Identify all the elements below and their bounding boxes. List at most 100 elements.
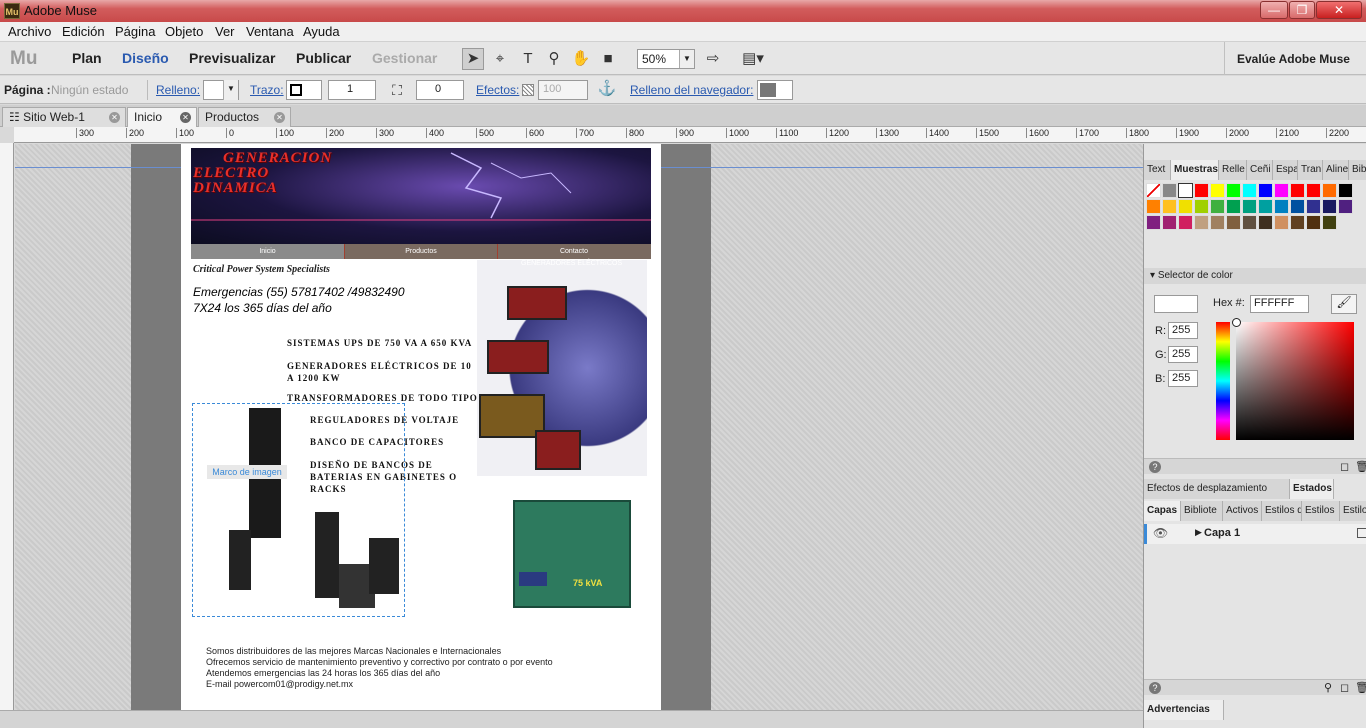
nav-inicio[interactable]: Inicio	[191, 244, 344, 259]
fill-swatch-select[interactable]: ▼	[203, 80, 239, 100]
swatch[interactable]	[1290, 183, 1305, 198]
tab-sitio-web[interactable]: ☷ Sitio Web-1 ✕	[2, 107, 126, 127]
help-icon[interactable]: ?	[1149, 682, 1161, 694]
tab-estados[interactable]: Estados	[1290, 479, 1334, 499]
menu-ventana[interactable]: Ventana	[246, 24, 294, 39]
eye-icon[interactable]: 👁	[1153, 526, 1168, 540]
menu-objeto[interactable]: Objeto	[165, 24, 203, 39]
tab-activos[interactable]: Activos	[1223, 501, 1262, 521]
menu-pagina[interactable]: Página	[115, 24, 155, 39]
tab-advertencias[interactable]: Advertencias	[1144, 700, 1224, 720]
mode-plan[interactable]: Plan	[72, 50, 102, 66]
tab-biblioteca[interactable]: Bibliote	[1181, 501, 1223, 521]
nav-contacto[interactable]: Contacto	[497, 244, 650, 259]
swatch[interactable]	[1306, 215, 1321, 230]
mode-publicar[interactable]: Publicar	[296, 50, 351, 66]
swatch[interactable]	[1290, 215, 1305, 230]
tab-muestras[interactable]: Muestras	[1171, 160, 1219, 180]
emergency-line-2[interactable]: 7X24 los 365 días del año	[193, 301, 332, 315]
swatch[interactable]	[1226, 215, 1241, 230]
eyedropper-icon[interactable]: 🖌	[1331, 294, 1357, 314]
maximize-button[interactable]: ❐	[1289, 1, 1315, 19]
emergency-line-1[interactable]: Emergencias (55) 57817402 /49832490	[193, 285, 405, 299]
swatch[interactable]	[1194, 215, 1209, 230]
stroke-width-input[interactable]: 1	[328, 80, 376, 100]
mode-diseno[interactable]: Diseño	[122, 50, 169, 66]
swatch[interactable]	[1210, 199, 1225, 214]
text-tool-icon[interactable]: T	[517, 48, 539, 70]
close-icon[interactable]: ✕	[109, 112, 120, 123]
trash-icon[interactable]: 🗑	[1355, 460, 1366, 473]
nav-productos[interactable]: Productos	[344, 244, 497, 259]
swatch[interactable]	[1338, 183, 1353, 198]
swatch[interactable]	[1210, 183, 1225, 198]
tab-productos[interactable]: Productos ✕	[198, 107, 291, 127]
close-icon[interactable]: ✕	[180, 112, 191, 123]
layer-select-box[interactable]	[1357, 528, 1366, 538]
generators-globe-image[interactable]: GENERADORES ELÉCTRICOS	[477, 260, 647, 476]
hue-slider[interactable]	[1216, 322, 1230, 440]
tab-relleno[interactable]: Relle	[1219, 160, 1247, 180]
tab-inicio[interactable]: Inicio ✕	[127, 107, 197, 127]
mode-gestionar[interactable]: Gestionar	[372, 50, 437, 66]
trash-icon[interactable]: 🗑	[1355, 681, 1366, 694]
anchor-icon[interactable]: ⚓	[596, 78, 618, 100]
menu-edicion[interactable]: Edición	[62, 24, 105, 39]
corner-radius-input[interactable]: 0	[416, 80, 464, 100]
browser-fill-select[interactable]	[757, 80, 793, 100]
selection-tool-icon[interactable]: ➤	[462, 48, 484, 70]
footer-text[interactable]: Somos distribuidores de las mejores Marc…	[206, 646, 553, 690]
layer-name[interactable]: Capa 1	[1204, 527, 1240, 539]
swatch[interactable]	[1274, 183, 1289, 198]
zoom-select[interactable]: 50% ▼	[637, 49, 695, 69]
swatch[interactable]	[1322, 183, 1337, 198]
preview-page-icon[interactable]: ▤▾	[737, 48, 769, 70]
swatch[interactable]	[1322, 199, 1337, 214]
search-icon[interactable]: ⚲	[1324, 681, 1332, 694]
new-swatch-icon[interactable]: ◻	[1340, 460, 1349, 473]
swatch[interactable]	[1322, 215, 1337, 230]
swatch[interactable]	[1242, 183, 1257, 198]
state-select[interactable]: Ningún estado	[51, 83, 128, 97]
expand-triangle-icon[interactable]: ▶	[1195, 527, 1202, 538]
fill-label[interactable]: Relleno:	[156, 83, 200, 97]
tab-texto[interactable]: Text	[1144, 160, 1171, 180]
service-generadores[interactable]: GENERADORES ELÉCTRICOS DE 10 A 1200 KW	[287, 360, 473, 384]
zoom-tool-icon[interactable]: ⚲	[543, 48, 565, 70]
swatch[interactable]	[1258, 183, 1273, 198]
saturation-field[interactable]	[1236, 322, 1354, 440]
layer-row[interactable]: 👁 ▶ Capa 1	[1144, 524, 1366, 544]
design-canvas[interactable]: GENERACION ELECTRO DINAMICA Inicio Produ…	[15, 144, 1143, 710]
hex-input[interactable]: FFFFFF	[1250, 295, 1309, 313]
swatch[interactable]	[1258, 199, 1273, 214]
tab-alinear[interactable]: Aline	[1323, 160, 1349, 180]
browser-fill-label[interactable]: Relleno del navegador:	[630, 83, 753, 97]
stroke-label[interactable]: Trazo:	[250, 83, 284, 97]
service-transformadores[interactable]: TRANSFORMADORES DE TODO TIPO	[287, 393, 478, 403]
menu-ver[interactable]: Ver	[215, 24, 235, 39]
minimize-button[interactable]: —	[1260, 1, 1288, 19]
b-input[interactable]: 255	[1168, 370, 1198, 387]
swatch[interactable]	[1162, 215, 1177, 230]
swatch[interactable]	[1242, 199, 1257, 214]
swatch[interactable]	[1178, 215, 1193, 230]
effects-label[interactable]: Efectos:	[476, 83, 519, 97]
page-area[interactable]: GENERACION ELECTRO DINAMICA Inicio Produ…	[181, 144, 661, 710]
rectangle-tool-icon[interactable]: ■	[597, 48, 619, 70]
swatch[interactable]	[1162, 199, 1177, 214]
swatch[interactable]	[1226, 183, 1241, 198]
image-frame[interactable]: Marco de imagen	[192, 403, 405, 617]
transformer-image[interactable]: 75 kVA	[513, 500, 631, 608]
menu-archivo[interactable]: Archivo	[8, 24, 51, 39]
tab-cenir[interactable]: Ceñi	[1247, 160, 1273, 180]
close-icon[interactable]: ✕	[274, 112, 285, 123]
tab-estilos[interactable]: Estilos	[1302, 501, 1340, 521]
swatch[interactable]	[1306, 183, 1321, 198]
swatch[interactable]	[1226, 199, 1241, 214]
place-icon[interactable]: ⇨	[702, 48, 724, 70]
close-window-button[interactable]: ✕	[1316, 1, 1362, 19]
swatch[interactable]	[1162, 183, 1177, 198]
tab-espaciado[interactable]: Espa	[1273, 160, 1298, 180]
tab-estilos-d[interactable]: Estilos d	[1262, 501, 1302, 521]
swatch[interactable]	[1210, 215, 1225, 230]
